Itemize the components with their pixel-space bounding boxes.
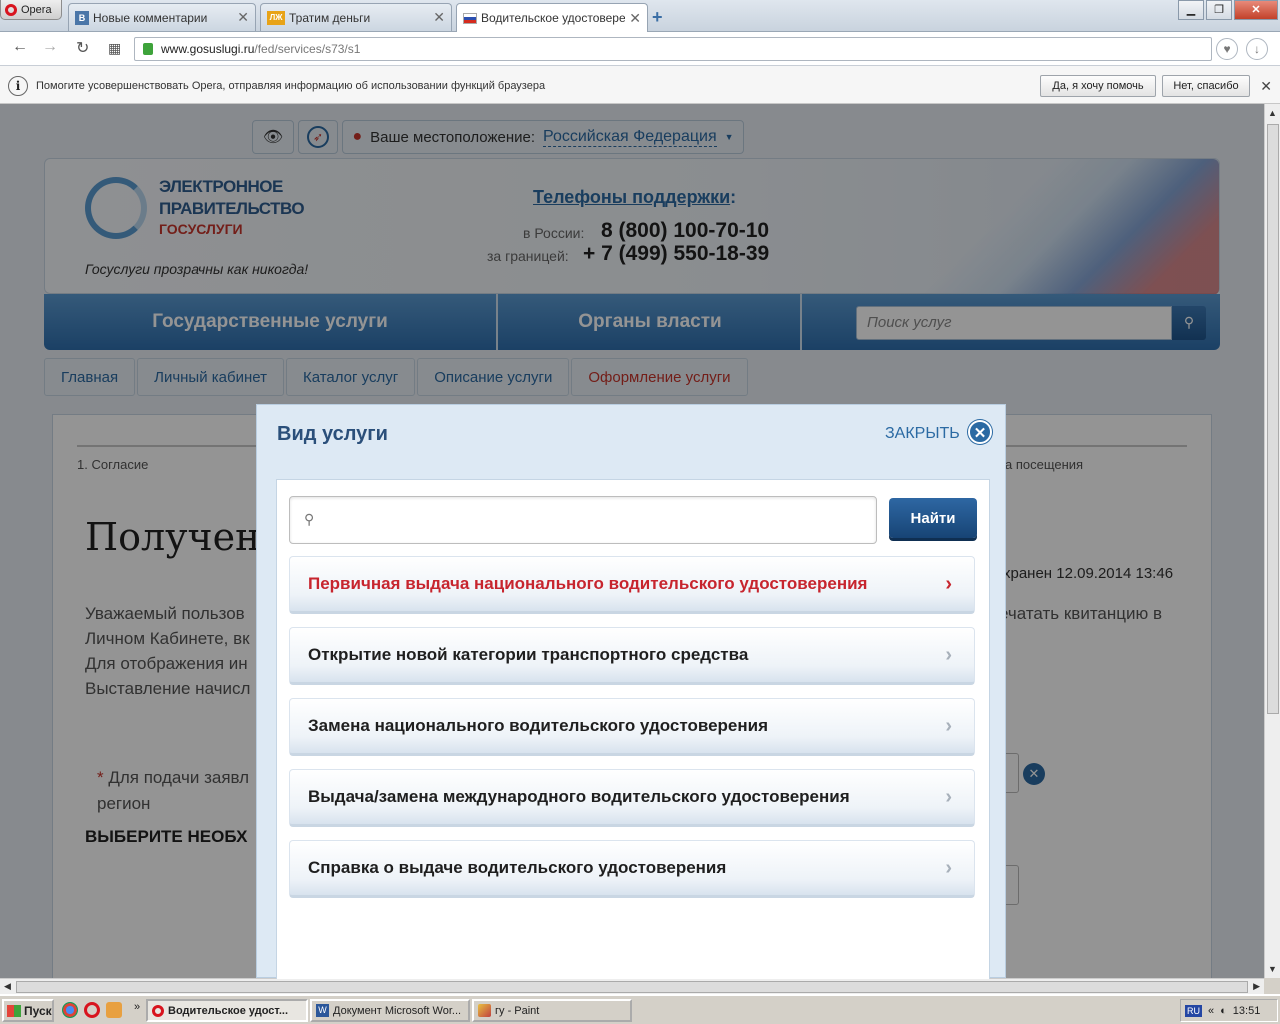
scroll-left-icon[interactable]: ◀ bbox=[4, 981, 11, 992]
close-window-button[interactable]: ✕ bbox=[1234, 0, 1278, 20]
opera-icon bbox=[152, 1004, 164, 1017]
close-tab-icon[interactable]: ✕ bbox=[433, 9, 445, 26]
speed-dial-icon[interactable]: ▦ bbox=[108, 40, 121, 57]
vertical-scrollbar[interactable]: ▲ ▼ bbox=[1264, 104, 1280, 978]
chevron-right-icon: › bbox=[945, 857, 952, 879]
opera-info-bar: i Помогите усовершенствовать Opera, отпр… bbox=[0, 66, 1280, 104]
task-label: гу - Paint bbox=[495, 1004, 540, 1017]
info-bar-text: Помогите усовершенствовать Opera, отправ… bbox=[36, 80, 546, 92]
chevron-right-icon: › bbox=[945, 786, 952, 808]
app-icon[interactable] bbox=[106, 1002, 122, 1018]
service-option-label: Замена национального водительского удост… bbox=[308, 716, 769, 735]
windows-taskbar: Пуск » Водительское удост... W Документ … bbox=[0, 994, 1280, 1024]
task-paint[interactable]: гу - Paint bbox=[472, 999, 632, 1022]
service-search-input[interactable] bbox=[328, 507, 848, 533]
service-option-label: Выдача/замена международного водительско… bbox=[308, 787, 850, 806]
vk-icon: B bbox=[75, 10, 89, 25]
dialog-close-link[interactable]: ЗАКРЫТЬ bbox=[885, 425, 960, 443]
service-option[interactable]: Выдача/замена международного водительско… bbox=[289, 769, 975, 827]
search-icon: ⚲ bbox=[304, 511, 315, 527]
lj-icon: ЛЖ bbox=[267, 10, 285, 25]
tab-new-comments[interactable]: B Новые комментарии ✕ bbox=[68, 3, 256, 31]
opera-menu-label: Opera bbox=[21, 3, 52, 16]
url-host: www.gosuslugi.ru bbox=[161, 42, 255, 56]
russia-flag-icon bbox=[463, 12, 477, 24]
volume-icon[interactable]: ◐ bbox=[1220, 1005, 1227, 1017]
url-field[interactable]: www.gosuslugi.ru/fed/services/s73/s1 bbox=[134, 37, 1212, 61]
service-option[interactable]: Замена национального водительского удост… bbox=[289, 698, 975, 756]
decline-help-button[interactable]: Нет, спасибо bbox=[1162, 75, 1250, 97]
service-search-field[interactable]: ⚲ bbox=[289, 496, 877, 544]
new-tab-icon[interactable]: + bbox=[652, 7, 663, 28]
scroll-up-icon[interactable]: ▲ bbox=[1268, 108, 1277, 118]
start-button[interactable]: Пуск bbox=[2, 999, 54, 1022]
bookmark-heart-icon[interactable]: ♥ bbox=[1216, 38, 1238, 60]
service-option-label: Открытие новой категории транспортного с… bbox=[308, 645, 749, 664]
scroll-down-icon[interactable]: ▼ bbox=[1268, 964, 1277, 974]
address-toolbar: ← → ↻ ▦ www.gosuslugi.ru/fed/services/s7… bbox=[0, 32, 1280, 66]
task-word-document[interactable]: W Документ Microsoft Wor... bbox=[310, 999, 470, 1022]
opera-icon[interactable] bbox=[84, 1002, 100, 1018]
task-opera-window[interactable]: Водительское удост... bbox=[146, 999, 308, 1022]
scroll-right-icon[interactable]: ▶ bbox=[1253, 981, 1260, 992]
language-indicator[interactable]: RU bbox=[1185, 1004, 1202, 1017]
chevron-right-icon: › bbox=[945, 715, 952, 737]
service-option-label: Справка о выдаче водительского удостовер… bbox=[308, 858, 727, 877]
close-info-bar-icon[interactable]: ✕ bbox=[1260, 78, 1272, 95]
opera-logo-icon bbox=[5, 3, 17, 16]
tab-title: Новые комментарии bbox=[93, 10, 208, 25]
service-option[interactable]: Открытие новой категории транспортного с… bbox=[289, 627, 975, 685]
info-icon: i bbox=[8, 76, 28, 96]
close-tab-icon[interactable]: ✕ bbox=[629, 10, 641, 27]
find-button[interactable]: Найти bbox=[889, 498, 977, 538]
minimize-button[interactable]: ▁ bbox=[1178, 0, 1204, 20]
task-label: Документ Microsoft Wor... bbox=[333, 1004, 462, 1017]
service-option[interactable]: Первичная выдача национального водительс… bbox=[289, 556, 975, 614]
browser-tab-bar: Opera B Новые комментарии ✕ ЛЖ Тратим де… bbox=[0, 0, 1280, 32]
lock-icon bbox=[143, 43, 153, 55]
service-option[interactable]: Справка о выдаче водительского удостовер… bbox=[289, 840, 975, 898]
dialog-body: ⚲ Найти Первичная выдача национального в… bbox=[276, 479, 990, 979]
dialog-title: Вид услуги bbox=[277, 423, 388, 445]
tray-expand-icon[interactable]: « bbox=[1208, 1005, 1214, 1017]
system-tray: RU « ◐ 13:51 bbox=[1180, 999, 1278, 1022]
task-label: Водительское удост... bbox=[168, 1004, 288, 1017]
reload-icon[interactable]: ↻ bbox=[76, 38, 89, 58]
opera-menu-button[interactable]: Opera bbox=[0, 0, 62, 20]
horizontal-scrollbar[interactable]: ◀ ▶ bbox=[0, 978, 1264, 994]
accept-help-button[interactable]: Да, я хочу помочь bbox=[1040, 75, 1156, 97]
horizontal-scroll-thumb[interactable] bbox=[16, 981, 1248, 993]
clock[interactable]: 13:51 bbox=[1233, 1005, 1261, 1017]
service-type-dialog: Вид услуги ЗАКРЫТЬ ✕ ⚲ Найти Первичная в… bbox=[256, 404, 1006, 979]
windows-logo-icon bbox=[7, 1004, 21, 1017]
word-icon: W bbox=[316, 1004, 329, 1017]
url-path: /fed/services/s73/s1 bbox=[254, 42, 361, 56]
download-icon[interactable]: ↓ bbox=[1246, 38, 1268, 60]
forward-icon[interactable]: → bbox=[42, 38, 58, 56]
service-option-label: Первичная выдача национального водительс… bbox=[308, 574, 868, 593]
tab-spending-money[interactable]: ЛЖ Тратим деньги ✕ bbox=[260, 3, 452, 31]
close-icon[interactable]: ✕ bbox=[968, 420, 992, 444]
chevron-right-icon: › bbox=[945, 644, 952, 666]
chrome-icon[interactable] bbox=[62, 1002, 78, 1018]
tab-driver-license[interactable]: Водительское удостоверен ✕ bbox=[456, 3, 648, 32]
chevron-right-icon: › bbox=[945, 573, 952, 595]
quicklaunch-expand-icon[interactable]: » bbox=[134, 1001, 140, 1013]
maximize-button[interactable]: ❐ bbox=[1206, 0, 1232, 20]
vertical-scroll-thumb[interactable] bbox=[1267, 124, 1279, 714]
back-icon[interactable]: ← bbox=[12, 38, 28, 56]
paint-icon bbox=[478, 1004, 491, 1017]
tab-title: Водительское удостоверен bbox=[481, 11, 626, 25]
tab-title: Тратим деньги bbox=[289, 10, 371, 25]
close-tab-icon[interactable]: ✕ bbox=[237, 9, 249, 26]
start-label: Пуск bbox=[24, 1003, 52, 1018]
